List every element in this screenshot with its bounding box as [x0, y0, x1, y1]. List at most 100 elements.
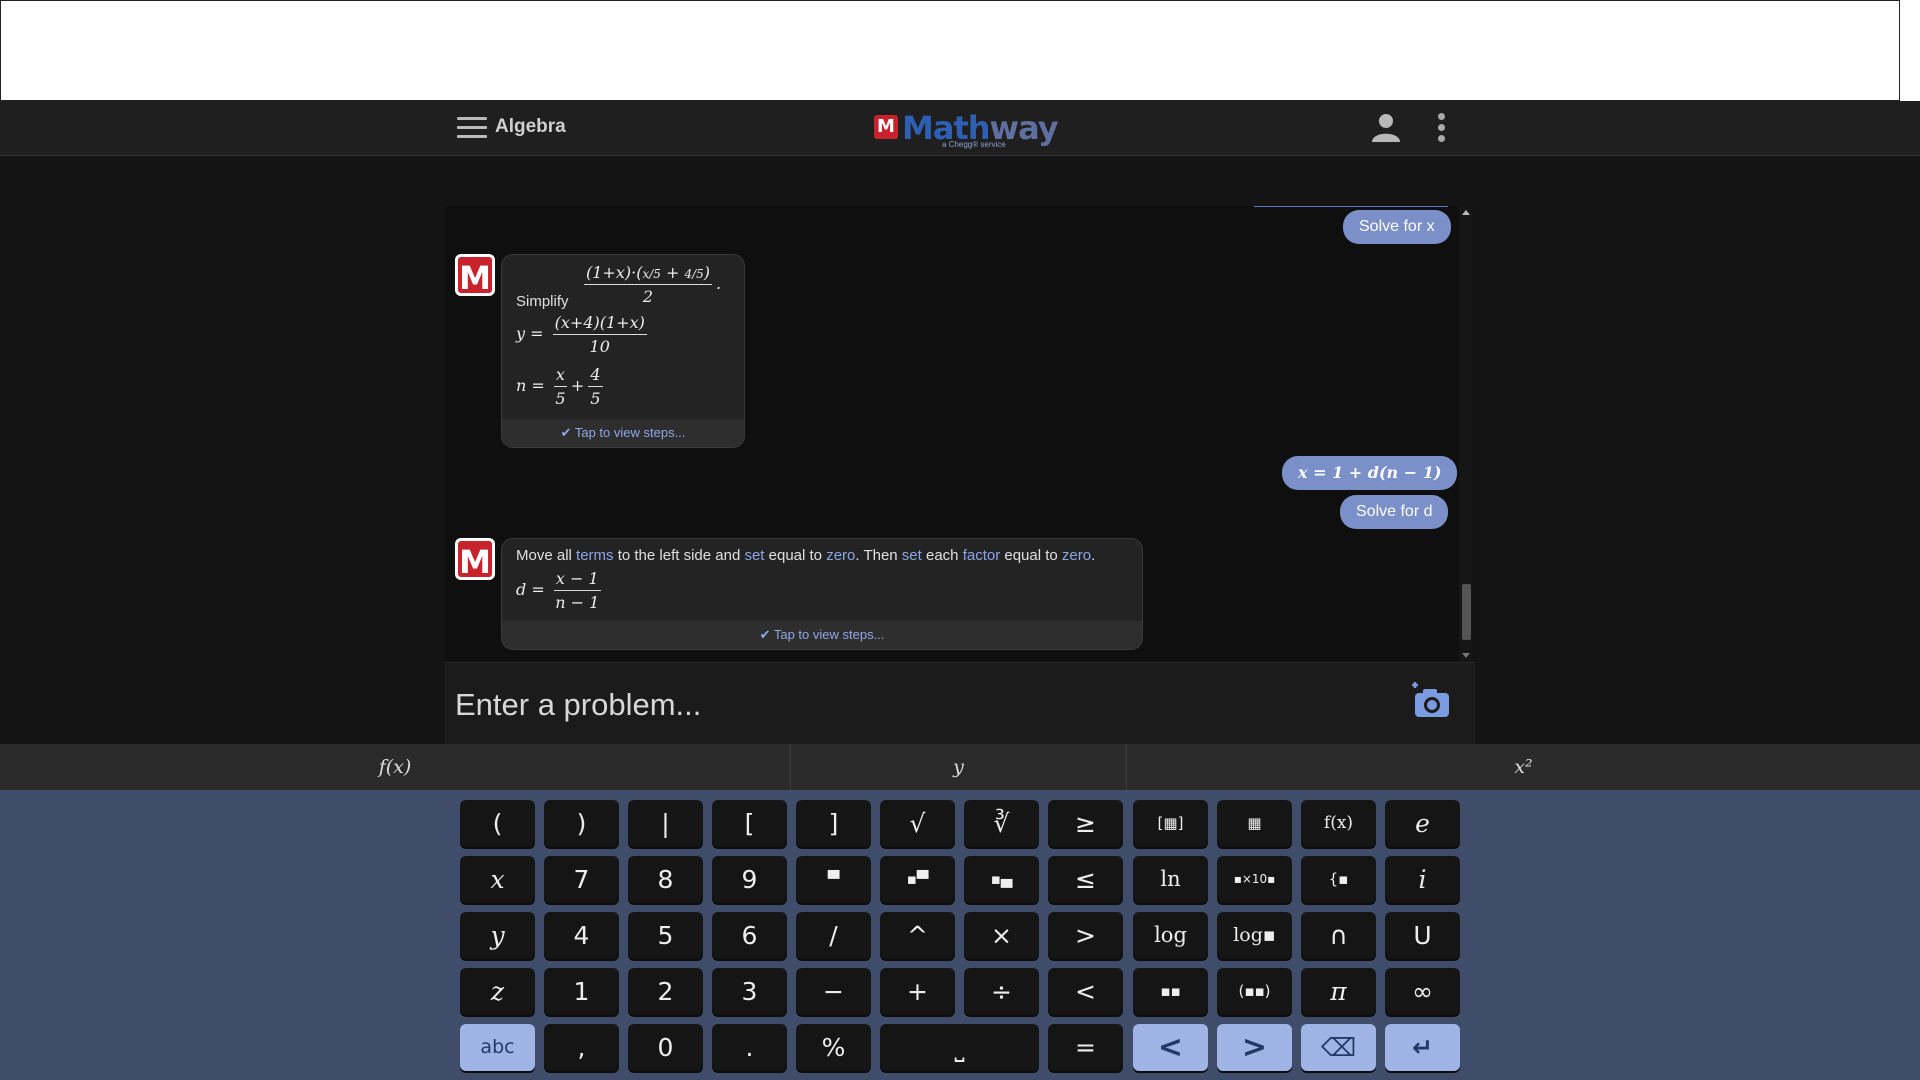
answer-expression: (1+x)·(x/5 + 4/5) 2.	[584, 263, 722, 306]
key-close-paren[interactable]: )	[544, 800, 619, 847]
key-x[interactable]: x	[460, 856, 535, 903]
key-period[interactable]: .	[712, 1024, 787, 1071]
camera-icon[interactable]	[1409, 681, 1451, 721]
subject-title[interactable]: Algebra	[495, 116, 566, 138]
answer-bubble: Move all terms to the left side and set …	[501, 538, 1143, 650]
key-2[interactable]: 2	[628, 968, 703, 1015]
tab-exponents[interactable]: x²	[1127, 744, 1920, 790]
key-matrix[interactable]: [▦]	[1133, 800, 1208, 847]
tab-functions[interactable]: f(x)	[0, 744, 791, 790]
key-less[interactable]: <	[1048, 968, 1123, 1015]
view-steps-label: Tap to view steps...	[574, 425, 686, 440]
key-scientific[interactable]: ▪×10▪	[1217, 856, 1292, 903]
more-options-icon[interactable]	[1438, 113, 1448, 145]
key-percent[interactable]: %	[796, 1024, 871, 1071]
key-greater[interactable]: >	[1048, 912, 1123, 959]
logo-mark-icon: M	[874, 115, 898, 139]
tab-variables[interactable]: y	[791, 744, 1127, 790]
cursor-right-button[interactable]: >	[1217, 1024, 1292, 1071]
answer-intro: Simplify	[516, 293, 569, 310]
key-log-base[interactable]: log▪	[1217, 912, 1292, 959]
answer-line-y: y = (x+4)(1+x) 10	[516, 313, 647, 356]
user-message: Solve for d	[1340, 495, 1449, 529]
key-z[interactable]: z	[460, 968, 535, 1015]
key-minus[interactable]: −	[796, 968, 871, 1015]
key-ln[interactable]: ln	[1133, 856, 1208, 903]
mathway-avatar-icon: M	[455, 254, 495, 297]
key-e[interactable]: e	[1385, 800, 1460, 847]
key-slash[interactable]: /	[796, 912, 871, 959]
key-caret[interactable]: ^	[880, 912, 955, 959]
answer-result: d = x − 1n − 1	[516, 569, 601, 612]
scroll-thumb[interactable]	[1462, 584, 1471, 640]
key-open-bracket[interactable]: [	[712, 800, 787, 847]
key-6[interactable]: 6	[712, 912, 787, 959]
key-9[interactable]: 9	[712, 856, 787, 903]
key-union[interactable]: U	[1385, 912, 1460, 959]
key-intersection[interactable]: ∩	[1301, 912, 1376, 959]
chat-scrollbar[interactable]	[1459, 206, 1474, 662]
menu-icon[interactable]	[457, 117, 487, 139]
key-superscript[interactable]: ▪▀	[880, 856, 955, 903]
key-point[interactable]: (▪▪)	[1217, 968, 1292, 1015]
divider	[1254, 206, 1448, 207]
problem-input-placeholder[interactable]: Enter a problem...	[455, 687, 701, 723]
key-4[interactable]: 4	[544, 912, 619, 959]
key-less-equal[interactable]: ≤	[1048, 856, 1123, 903]
view-steps-link[interactable]: ✔ Tap to view steps...	[502, 419, 744, 447]
key-equals[interactable]: =	[1048, 1024, 1123, 1071]
key-open-paren[interactable]: (	[460, 800, 535, 847]
key-5[interactable]: 5	[628, 912, 703, 959]
view-steps-link[interactable]: ✔ Tap to view steps...	[502, 621, 1142, 649]
key-absolute[interactable]: |	[628, 800, 703, 847]
key-close-bracket[interactable]: ]	[796, 800, 871, 847]
key-7[interactable]: 7	[544, 856, 619, 903]
key-y[interactable]: y	[460, 912, 535, 959]
answer-line-n: n = x 5 +4 5	[516, 365, 603, 408]
scroll-up-arrow-icon[interactable]	[1462, 210, 1470, 215]
key-divide[interactable]: ÷	[964, 968, 1039, 1015]
user-message: Solve for x	[1343, 210, 1451, 244]
key-infinity[interactable]: ∞	[1385, 968, 1460, 1015]
mathway-logo: M Mathway a Chegg® service	[874, 109, 1059, 153]
backspace-button[interactable]: ⌫	[1301, 1024, 1376, 1071]
key-multiply[interactable]: ×	[964, 912, 1039, 959]
key-plus[interactable]: +	[880, 968, 955, 1015]
keyboard-tabs: f(x) y x²	[0, 744, 1920, 790]
problem-input[interactable]: Enter a problem...	[445, 662, 1475, 744]
check-circle-icon: ✔	[560, 425, 575, 440]
answer-intro: Move all terms to the left side and set …	[516, 547, 1096, 564]
browser-blank-edge	[1900, 0, 1920, 101]
key-8[interactable]: 8	[628, 856, 703, 903]
key-grid[interactable]: ▦	[1217, 800, 1292, 847]
check-circle-icon: ✔	[759, 627, 774, 642]
key-3[interactable]: 3	[712, 968, 787, 1015]
browser-blank-area	[0, 0, 1900, 101]
chat-panel: Solve for x M Simplify (1+x)·(x/5 + 4/5)…	[445, 206, 1475, 662]
key-comma[interactable]: ,	[544, 1024, 619, 1071]
key-subscript[interactable]: ▪▄	[964, 856, 1039, 903]
key-abc[interactable]: abc	[460, 1024, 535, 1071]
key-i[interactable]: i	[1385, 856, 1460, 903]
view-steps-label: Tap to view steps...	[773, 627, 885, 642]
key-pi[interactable]: π	[1301, 968, 1376, 1015]
key-1[interactable]: 1	[544, 968, 619, 1015]
key-function[interactable]: f(x)	[1301, 800, 1376, 847]
logo-subtitle: a Chegg® service	[942, 140, 1006, 149]
cursor-left-button[interactable]: <	[1133, 1024, 1208, 1071]
scroll-down-arrow-icon[interactable]	[1462, 653, 1470, 658]
key-0[interactable]: 0	[628, 1024, 703, 1071]
key-greater-equal[interactable]: ≥	[1048, 800, 1123, 847]
answer-bubble: Simplify (1+x)·(x/5 + 4/5) 2. y = (x+4)(1…	[501, 254, 745, 448]
math-keyboard: ( ) | [ ] √ ∛ ≥ [▦] ▦ f(x) e x 7 8 9 ▀ ▪…	[0, 790, 1920, 1080]
key-nth-root[interactable]: ∛	[964, 800, 1039, 847]
key-mixed-number[interactable]: ▪▪	[1133, 968, 1208, 1015]
key-piecewise[interactable]: {▪	[1301, 856, 1376, 903]
key-space[interactable]: ⎵	[880, 1024, 1039, 1071]
key-fraction[interactable]: ▀	[796, 856, 871, 903]
user-equation: x = 1 + d(n − 1)	[1282, 456, 1458, 490]
key-sqrt[interactable]: √	[880, 800, 955, 847]
user-icon[interactable]	[1370, 111, 1402, 143]
enter-button[interactable]: ↵	[1385, 1024, 1460, 1071]
key-log[interactable]: log	[1133, 912, 1208, 959]
